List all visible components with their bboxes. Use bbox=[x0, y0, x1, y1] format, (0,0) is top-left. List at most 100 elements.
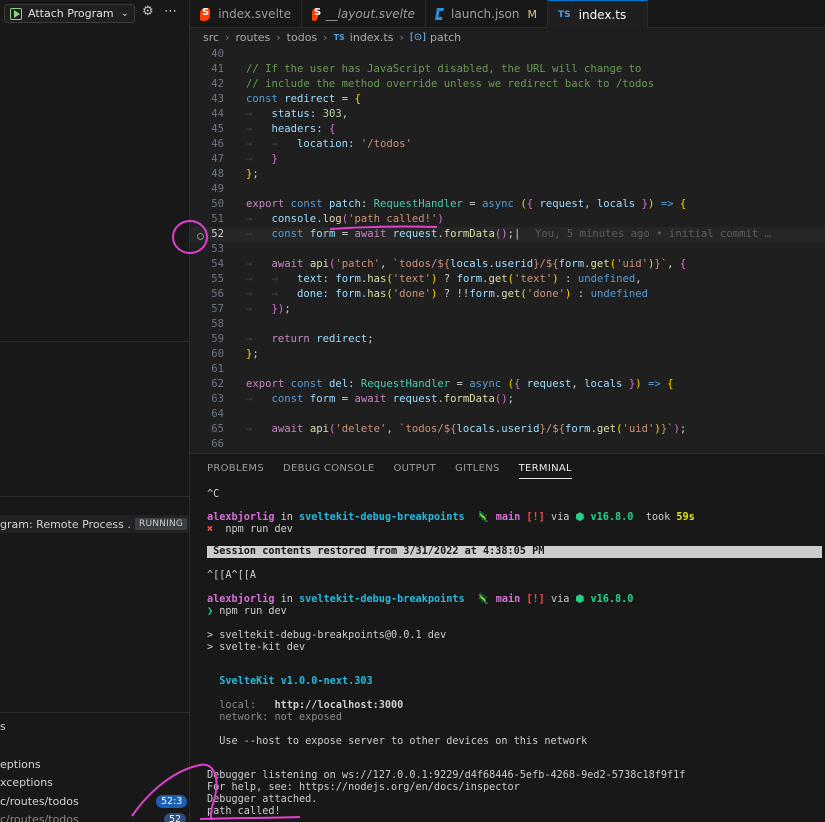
chevron-right-icon: › bbox=[276, 30, 281, 44]
code-line[interactable]: 41 // If the user has JavaScript disabled… bbox=[190, 62, 825, 77]
code-line[interactable]: 47 → } bbox=[190, 152, 825, 167]
code-line[interactable]: 55 → → text: form.has('text') ? form.get(… bbox=[190, 272, 825, 287]
line-number[interactable]: 65 bbox=[190, 422, 224, 437]
code-line[interactable]: 50 export const patch: RequestHandler = a… bbox=[190, 197, 825, 212]
code-line[interactable]: 59 → return redirect; bbox=[190, 332, 825, 347]
tab-index-svelte[interactable]: index.svelte bbox=[190, 0, 302, 28]
line-number[interactable]: 54 bbox=[190, 257, 224, 272]
panel-tabs: PROBLEMS DEBUG CONSOLE OUTPUT GITLENS TE… bbox=[207, 463, 591, 479]
breakpoint-item[interactable]: xceptions bbox=[0, 776, 53, 789]
line-number[interactable]: 56 bbox=[190, 287, 224, 302]
debug-config-select[interactable]: Attach Program ⌄ bbox=[4, 4, 135, 23]
breadcrumb-item[interactable]: patch bbox=[430, 31, 461, 44]
code-line[interactable]: 65 → await api('delete', `todos/${locals.… bbox=[190, 422, 825, 437]
tab-terminal[interactable]: TERMINAL bbox=[518, 463, 572, 479]
code-line[interactable]: 62 export const del: RequestHandler = asy… bbox=[190, 377, 825, 392]
code-line[interactable]: 53 bbox=[190, 242, 825, 257]
line-number[interactable]: 41 bbox=[190, 62, 224, 77]
tab-output[interactable]: OUTPUT bbox=[393, 463, 436, 479]
gear-icon[interactable]: ⚙ bbox=[142, 4, 154, 19]
code-line[interactable]: 46 → → location: '/todos' bbox=[190, 137, 825, 152]
svelte-icon bbox=[200, 7, 211, 21]
tab-gitlens[interactable]: GITLENS bbox=[455, 463, 500, 479]
breakpoints-section-header[interactable]: s bbox=[0, 720, 6, 733]
line-number[interactable]: 44 bbox=[190, 107, 224, 122]
vscode-icon bbox=[434, 8, 445, 20]
line-number[interactable]: 63 bbox=[190, 392, 224, 407]
line-number[interactable]: 47 bbox=[190, 152, 224, 167]
tab-layout-svelte[interactable]: __layout.svelte bbox=[302, 0, 426, 28]
line-number[interactable]: 48 bbox=[190, 167, 224, 182]
code-line[interactable]: 40 bbox=[190, 47, 825, 62]
breadcrumb-item[interactable]: routes bbox=[235, 31, 270, 44]
breakpoint-item[interactable]: c/routes/todos bbox=[0, 795, 79, 808]
breadcrumb-item[interactable]: todos bbox=[287, 31, 318, 44]
code-line[interactable]: 45 → headers: { bbox=[190, 122, 825, 137]
breakpoint-icon[interactable] bbox=[197, 233, 204, 240]
terminal-line: For help, see: https://nodejs.org/en/doc… bbox=[207, 782, 520, 793]
code-line[interactable]: 56 → → done: form.has('done') ? !!form.ge… bbox=[190, 287, 825, 302]
code-line[interactable]: 57 → }); bbox=[190, 302, 825, 317]
code-line[interactable]: 61 bbox=[190, 362, 825, 377]
line-number[interactable]: 53 bbox=[190, 242, 224, 257]
code-line[interactable]: 54 → await api('patch', `todos/${locals.u… bbox=[190, 257, 825, 272]
line-number[interactable]: 43 bbox=[190, 92, 224, 107]
code-line[interactable]: 43 const redirect = { bbox=[190, 92, 825, 107]
breadcrumb-item[interactable]: index.ts bbox=[350, 31, 394, 44]
breadcrumb: src › routes › todos › TS index.ts › [⊙]… bbox=[190, 28, 825, 46]
terminal-line: > sveltekit-debug-breakpoints@0.0.1 dev bbox=[207, 630, 447, 641]
line-number[interactable]: 62 bbox=[190, 377, 224, 392]
line-number[interactable]: 55 bbox=[190, 272, 224, 287]
tab-index-ts[interactable]: TS index.ts bbox=[548, 0, 648, 28]
chevron-right-icon: › bbox=[225, 30, 230, 44]
more-icon[interactable]: ⋯ bbox=[164, 4, 177, 19]
line-number[interactable]: 46 bbox=[190, 137, 224, 152]
line-number[interactable]: 61 bbox=[190, 362, 224, 377]
chevron-down-icon[interactable]: ⌄ bbox=[121, 8, 129, 19]
code-line[interactable]: 44 → status: 303, bbox=[190, 107, 825, 122]
code-text: // include the method override unless we… bbox=[246, 78, 655, 90]
code-line[interactable]: 49 bbox=[190, 182, 825, 197]
code-line[interactable]: 51 → console.log('path called!') bbox=[190, 212, 825, 227]
terminal-line: ^C bbox=[207, 489, 220, 500]
code-line[interactable]: 63 → const form = await request.formData(… bbox=[190, 392, 825, 407]
code-text: export const del: RequestHandler = async… bbox=[246, 378, 674, 390]
call-stack-process[interactable]: gram: Remote Process ... RUNNING bbox=[0, 515, 189, 533]
line-number[interactable]: 59 bbox=[190, 332, 224, 347]
line-number[interactable]: 66 bbox=[190, 437, 224, 452]
code-line[interactable]: 48}; bbox=[190, 167, 825, 182]
tab-problems[interactable]: PROBLEMS bbox=[207, 463, 264, 479]
breakpoint-item[interactable]: eptions bbox=[0, 758, 41, 771]
line-number[interactable]: 45 bbox=[190, 122, 224, 137]
line-number[interactable]: 40 bbox=[190, 47, 224, 62]
line-number[interactable]: 51 bbox=[190, 212, 224, 227]
tab-debug-console[interactable]: DEBUG CONSOLE bbox=[283, 463, 374, 479]
line-number[interactable]: 42 bbox=[190, 77, 224, 92]
code-line[interactable]: 66 bbox=[190, 437, 825, 452]
code-text: → → text: form.has('text') ? form.get('t… bbox=[246, 273, 642, 285]
code-line[interactable]: 42 // include the method override unless … bbox=[190, 77, 825, 92]
code-line[interactable]: 60}; bbox=[190, 347, 825, 362]
tab-launch-json[interactable]: launch.json M bbox=[426, 0, 548, 28]
code-line[interactable]: 58 bbox=[190, 317, 825, 332]
code-text: → }); bbox=[246, 303, 291, 315]
play-icon[interactable] bbox=[10, 7, 22, 20]
line-number[interactable]: 60 bbox=[190, 347, 224, 362]
line-number[interactable]: 58 bbox=[190, 317, 224, 332]
process-name: gram: Remote Process ... bbox=[0, 517, 130, 531]
line-number[interactable]: 64 bbox=[190, 407, 224, 422]
line-number[interactable]: 49 bbox=[190, 182, 224, 197]
svelte-icon bbox=[312, 7, 321, 21]
line-number[interactable]: 57 bbox=[190, 302, 224, 317]
code-editor[interactable]: 40 41 // If the user has JavaScript disabl… bbox=[190, 47, 825, 452]
code-text: → await api('delete', `todos/${locals.us… bbox=[246, 423, 687, 435]
code-line[interactable]: 52 → const form = await request.formData(… bbox=[190, 227, 825, 242]
chevron-right-icon: › bbox=[323, 30, 328, 44]
breakpoint-item[interactable]: c/routes/todos bbox=[0, 813, 79, 822]
breadcrumb-item[interactable]: src bbox=[203, 31, 219, 44]
line-number[interactable]: 52 bbox=[190, 227, 224, 242]
terminal-line: path called! bbox=[207, 806, 281, 817]
line-number[interactable]: 50 bbox=[190, 197, 224, 212]
section-divider bbox=[0, 712, 189, 713]
code-line[interactable]: 64 bbox=[190, 407, 825, 422]
